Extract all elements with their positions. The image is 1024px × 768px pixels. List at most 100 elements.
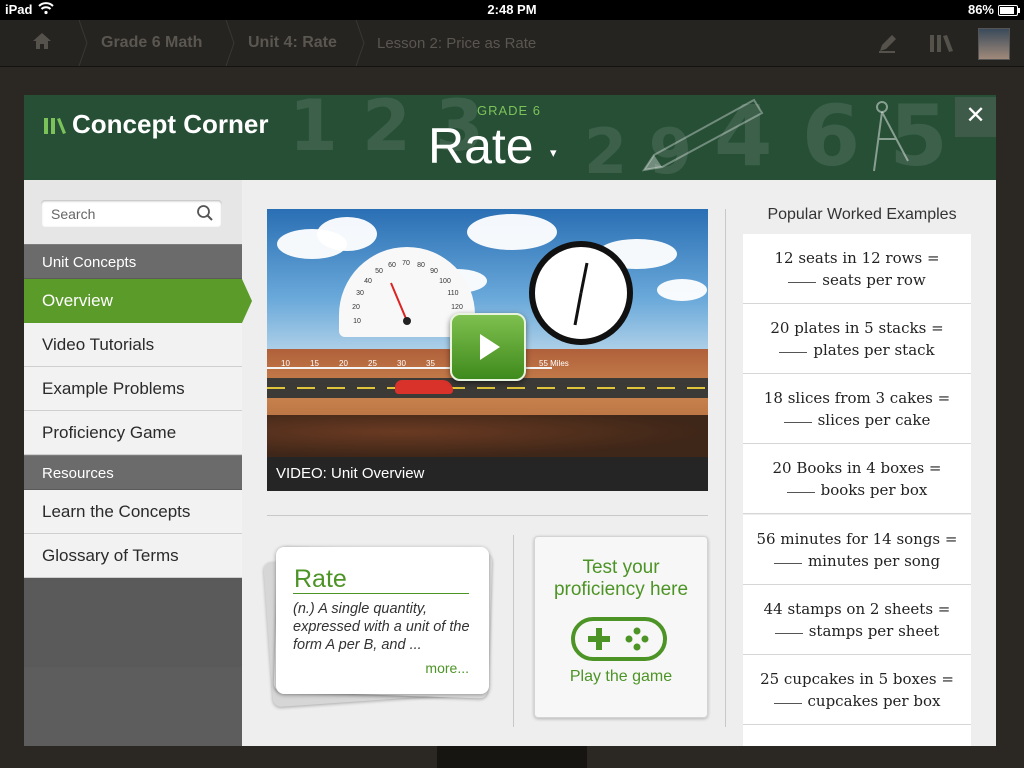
cloud — [467, 214, 557, 250]
example-answer-line: books per box — [743, 481, 971, 499]
clock-label: 2:48 PM — [487, 2, 537, 17]
search-icon[interactable] — [196, 204, 214, 227]
divider — [267, 515, 708, 516]
example-answer-line: seats per row — [743, 271, 971, 289]
ruler-tick: 35 — [426, 359, 435, 368]
edit-icon[interactable] — [877, 32, 899, 59]
answer-blank — [774, 633, 803, 634]
example-question: 25 cupcakes in 5 boxes = — [760, 670, 954, 688]
example-item[interactable]: 56 minutes for 14 songs = minutes per so… — [743, 515, 971, 585]
answer-blank — [788, 282, 817, 283]
speedometer-tick: 80 — [417, 262, 425, 269]
speedometer-tick: 70 — [402, 260, 410, 267]
top-navigation: Grade 6 Math Unit 4: Rate Lesson 2: Pric… — [0, 20, 1024, 67]
sidebar-item-example-problems[interactable]: Example Problems — [24, 367, 242, 411]
play-button[interactable] — [450, 313, 526, 381]
video-road — [267, 378, 708, 398]
divider — [725, 209, 726, 727]
example-unit: seats per row — [822, 271, 926, 289]
brand-title: Concept Corner — [72, 109, 269, 139]
close-button[interactable]: ✕ — [955, 97, 996, 137]
speedometer-tick: 50 — [375, 268, 383, 275]
breadcrumb-separator — [225, 20, 235, 66]
more-link[interactable]: more... — [425, 660, 469, 676]
answer-blank — [783, 422, 812, 423]
search-input[interactable] — [49, 205, 193, 223]
proficiency-game-card[interactable]: Test your proficiency here Play the game — [534, 536, 708, 718]
example-item[interactable]: 20 Books in 4 boxes = books per box — [743, 444, 971, 514]
breadcrumb-unit[interactable]: Unit 4: Rate — [248, 34, 337, 52]
example-answer-line: plates per stack — [743, 341, 971, 359]
example-answer-line: minutes per song — [743, 552, 971, 570]
library-logo-icon — [44, 111, 66, 142]
clock-illustration — [529, 241, 633, 345]
example-question: 12 seats in 12 rows = — [774, 249, 940, 267]
sidebar-fill — [24, 667, 242, 746]
concept-corner-modal: 1 2 3 2 9 4 6 5 8 Concept Corner GRADE 6… — [24, 95, 996, 746]
speedometer-tick: 110 — [447, 290, 458, 297]
sidebar-item-glossary-of-terms[interactable]: Glossary of Terms — [24, 534, 242, 578]
search-box[interactable] — [41, 200, 222, 227]
cloud — [317, 217, 377, 251]
speedometer-tick: 100 — [439, 278, 451, 285]
status-bar: iPad 2:48 PM 86% — [0, 0, 1024, 20]
example-answer-line: slices per cake — [743, 411, 971, 429]
video-foreground — [267, 415, 708, 457]
example-question: 20 plates in 5 stacks = — [770, 319, 944, 337]
speedometer-tick: 40 — [364, 278, 372, 285]
example-answer-line: stamps per sheet — [743, 622, 971, 640]
sidebar-item-overview[interactable]: Overview — [24, 279, 252, 323]
example-unit: stamps per sheet — [808, 622, 940, 640]
speedometer-tick: 90 — [430, 268, 438, 275]
examples-title: Popular Worked Examples — [767, 206, 957, 223]
example-question: 56 minutes for 14 songs = — [756, 530, 958, 548]
glossary-term: Rate — [294, 565, 347, 593]
breadcrumb-separator — [355, 20, 365, 66]
library-icon[interactable] — [928, 32, 954, 59]
brand-logo: Concept Corner — [44, 109, 268, 142]
section-header-unit-concepts: Unit Concepts — [24, 244, 242, 278]
sidebar-item-learn-the-concepts[interactable]: Learn the Concepts — [24, 490, 242, 534]
glossary-card[interactable]: Rate (n.) A single quantity, expressed w… — [276, 547, 489, 694]
chevron-down-icon[interactable]: ▾ — [550, 145, 557, 161]
sidebar: Unit Concepts Overview Video Tutorials E… — [24, 180, 252, 746]
avatar[interactable] — [978, 28, 1010, 60]
example-answer-line: cupcakes per box — [743, 692, 971, 710]
cloud — [657, 279, 707, 301]
gamepad-icon — [571, 617, 667, 666]
breadcrumb-lesson[interactable]: Lesson 2: Price as Rate — [377, 35, 536, 52]
page-title[interactable]: Rate — [428, 117, 534, 175]
example-unit: books per box — [820, 481, 928, 499]
example-unit: minutes per song — [807, 552, 941, 570]
example-item[interactable]: 18 slices from 3 cakes = slices per cake — [743, 374, 971, 444]
example-unit: slices per cake — [817, 411, 931, 429]
example-question: 18 slices from 3 cakes = — [763, 389, 951, 407]
example-unit: cupcakes per box — [807, 692, 941, 710]
glossary-rule — [293, 593, 469, 594]
example-item[interactable]: 12 seats in 12 rows = seats per row — [743, 234, 971, 304]
example-item[interactable]: 25 cupcakes in 5 boxes = cupcakes per bo… — [743, 655, 971, 725]
modal-header: 1 2 3 2 9 4 6 5 8 Concept Corner GRADE 6… — [24, 95, 996, 180]
example-item[interactable]: 20 plates in 5 stacks = plates per stack — [743, 304, 971, 374]
divider — [513, 535, 514, 727]
video-player[interactable]: 10 15 20 25 30 35 55 Miles 10 20 30 40 5… — [267, 209, 708, 491]
ruler-tick: 10 — [281, 359, 290, 368]
sidebar-item-video-tutorials[interactable]: Video Tutorials — [24, 323, 242, 367]
answer-blank — [779, 352, 808, 353]
ruler-tick: 20 — [339, 359, 348, 368]
section-header-resources: Resources — [24, 455, 242, 489]
example-unit: plates per stack — [813, 341, 935, 359]
home-icon[interactable] — [32, 32, 52, 55]
answer-blank — [773, 703, 802, 704]
ruler-tick: 30 — [397, 359, 406, 368]
breadcrumb-grade[interactable]: Grade 6 Math — [101, 34, 202, 52]
play-game-link[interactable]: Play the game — [535, 668, 707, 686]
speedometer-tick: 120 — [451, 304, 463, 311]
example-item-partial[interactable] — [743, 725, 971, 746]
compass-illustration — [873, 101, 909, 172]
sidebar-item-proficiency-game[interactable]: Proficiency Game — [24, 411, 242, 455]
ruler-end-label: 55 Miles — [539, 359, 569, 368]
example-item[interactable]: 44 stamps on 2 sheets = stamps per sheet — [743, 585, 971, 655]
game-headline: Test your proficiency here — [553, 557, 689, 600]
speedometer-tick: 20 — [352, 304, 360, 311]
